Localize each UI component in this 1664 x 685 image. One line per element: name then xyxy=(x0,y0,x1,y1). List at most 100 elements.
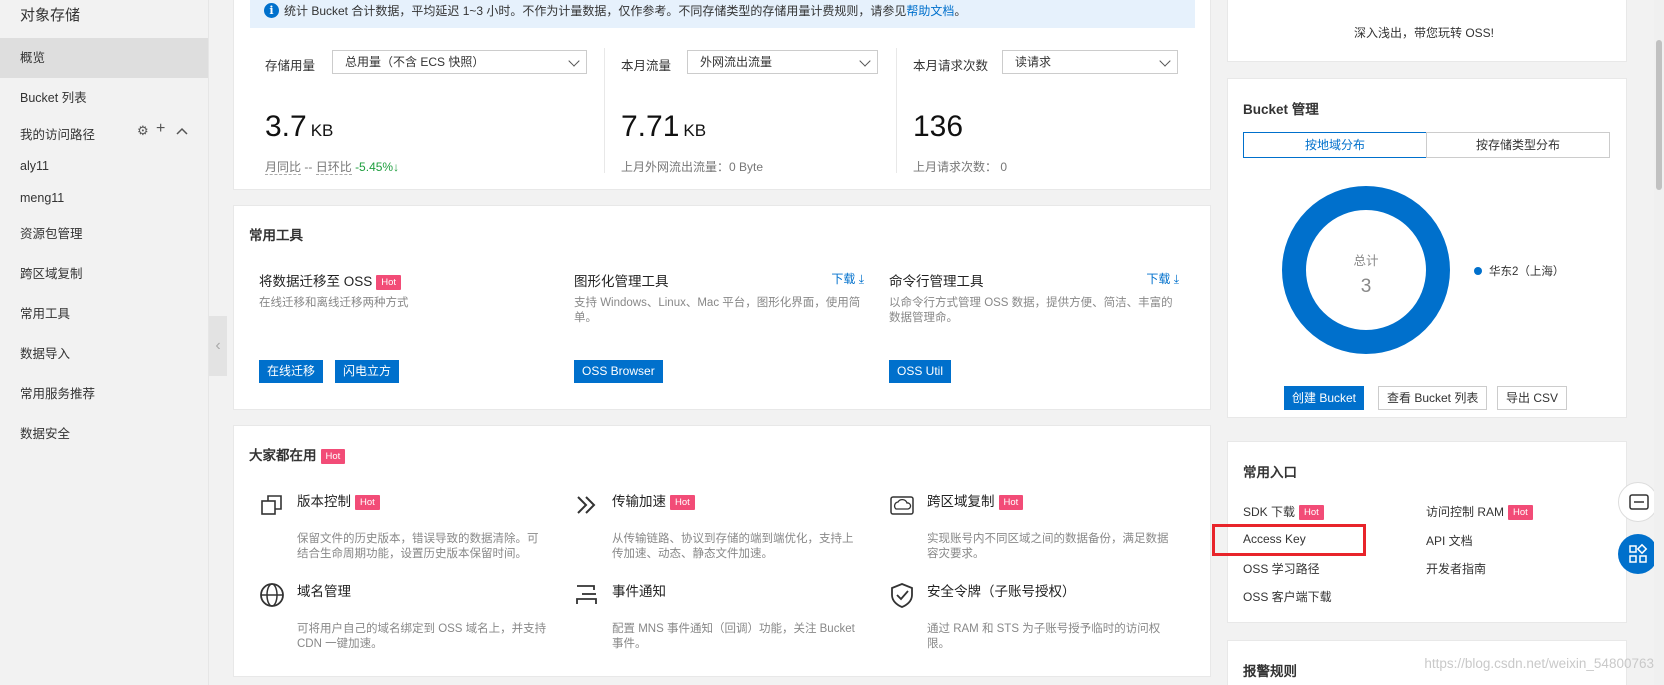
divider xyxy=(604,48,605,173)
notice-text: 统计 Bucket 合计数据，平均延迟 1~3 小时。不作为计量数据，仅作参考。… xyxy=(284,4,907,18)
plus-icon[interactable]: + xyxy=(156,120,165,138)
hot-badge: Hot xyxy=(355,494,380,510)
entry-developer-guide[interactable]: 开发者指南 xyxy=(1426,560,1486,577)
sidebar-item-recommended[interactable]: 常用服务推荐 xyxy=(0,374,208,414)
storage-value-number: 3.7 xyxy=(265,110,307,143)
sidebar-item-path-meng11[interactable]: meng11 xyxy=(0,178,208,218)
entry-learning-path[interactable]: OSS 学习路径 xyxy=(1243,560,1320,577)
tab-by-storage-type[interactable]: 按存储类型分布 xyxy=(1426,132,1610,158)
storage-usage-select[interactable]: 总用量（不含 ECS 快照） xyxy=(332,50,587,74)
traffic-value: 7.71 KB xyxy=(621,110,706,144)
globe-icon xyxy=(260,583,284,607)
traffic-value-unit: KB xyxy=(683,121,707,140)
feature-name: 传输加速 xyxy=(612,494,666,509)
alarm-rules-title: 报警规则 xyxy=(1243,664,1297,679)
sidebar-item-data-security[interactable]: 数据安全 xyxy=(0,414,208,454)
sidebar-item-bucket-list[interactable]: Bucket 列表 xyxy=(0,78,208,118)
scrollbar-thumb[interactable] xyxy=(1656,40,1662,190)
sidebar-item-cross-region[interactable]: 跨区域复制 xyxy=(0,254,208,294)
promo-slogan: 深入浅出，带您玩转 OSS! xyxy=(1354,26,1495,40)
requests-value: 136 xyxy=(913,110,964,143)
sidebar-collapse-handle[interactable]: ‹ xyxy=(209,316,227,376)
shield-icon xyxy=(891,583,913,608)
help-doc-link[interactable]: 帮助文档 xyxy=(906,4,954,18)
tab-by-region[interactable]: 按地域分布 xyxy=(1243,132,1427,158)
common-tools-title: 常用工具 xyxy=(249,228,303,243)
entry-label: SDK 下载 xyxy=(1243,505,1296,519)
tool-cli: 命令行管理工具 下载 ⤓ 以命令行方式管理 OSS 数据，提供方便、简洁、丰富的… xyxy=(889,270,1179,326)
entry-label: 访问控制 RAM xyxy=(1426,505,1505,519)
promo-heading-partial: ~ ~ ~ xyxy=(1380,0,1417,8)
common-entries-title: 常用入口 xyxy=(1243,465,1297,480)
notice-bar: i 统计 Bucket 合计数据，平均延迟 1~3 小时。不作为计量数据，仅作参… xyxy=(250,0,1195,28)
divider xyxy=(896,48,897,173)
export-csv-button[interactable]: 导出 CSV xyxy=(1497,386,1568,410)
feature-name: 域名管理 xyxy=(297,584,351,599)
feature-versioning-desc: 保留文件的历史版本，错误导致的数据清除。可结合生命周期功能，设置历史版本保留时间… xyxy=(297,533,539,560)
entry-sdk-download[interactable]: SDK 下载 Hot xyxy=(1243,503,1324,521)
access-paths-header: 我的访问路径 ⚙ + xyxy=(20,120,195,143)
tool-cli-name: 命令行管理工具 xyxy=(889,274,984,289)
oss-browser-button[interactable]: OSS Browser xyxy=(574,360,663,383)
notify-icon xyxy=(576,585,597,604)
entry-ram[interactable]: 访问控制 RAM Hot xyxy=(1426,503,1533,521)
sidebar-item-overview[interactable]: 概览 xyxy=(0,38,208,78)
highlight-box xyxy=(1212,524,1366,556)
traffic-label: 本月流量 xyxy=(621,59,672,73)
storage-usage-value: 3.7 KB xyxy=(265,110,333,144)
sidebar-item-data-import[interactable]: 数据导入 xyxy=(0,334,208,374)
apps-button[interactable] xyxy=(1618,534,1658,574)
bucket-management-title: Bucket 管理 xyxy=(1243,102,1319,117)
oss-util-button[interactable]: OSS Util xyxy=(889,360,952,383)
page-scrollbar[interactable] xyxy=(1654,0,1664,685)
feature-domain-desc: 可将用户自己的域名绑定到 OSS 域名上，并支持 CDN 一键加速。 xyxy=(297,623,547,650)
traffic-select[interactable]: 外网流出流量 xyxy=(687,50,878,74)
cloud-sync-icon xyxy=(890,496,914,515)
requests-label: 本月请求次数 xyxy=(913,59,989,73)
legend-region: 华东2（上海） xyxy=(1489,266,1565,278)
hot-badge: Hot xyxy=(1299,505,1324,521)
feature-event-desc: 配置 MNS 事件通知（回调）功能，关注 Bucket 事件。 xyxy=(612,623,855,650)
chevron-down-icon xyxy=(1159,55,1171,67)
donut-total-value: 3 xyxy=(1360,276,1372,297)
traffic-value-number: 7.71 xyxy=(621,110,680,143)
tool-gui-desc: 支持 Windows、Linux、Mac 平台，图形化界面，使用简单。 xyxy=(574,297,861,324)
chevron-down-icon xyxy=(568,55,580,67)
bucket-tabs: 按地域分布 按存储类型分布 xyxy=(1243,132,1610,158)
traffic-select-value: 外网流出流量 xyxy=(700,55,773,69)
view-bucket-list-button[interactable]: 查看 Bucket 列表 xyxy=(1378,386,1488,410)
online-migration-button[interactable]: 在线迁移 xyxy=(259,360,324,383)
lightning-cube-button[interactable]: 闪电立方 xyxy=(335,360,400,383)
tool-migration-name: 将数据迁移至 OSS xyxy=(259,274,373,289)
download-icon: ⤓ xyxy=(858,272,864,286)
feature-acceleration-desc: 从传输链路、协议到存储的端到端优化，支持上传加速、动态、静态文件加速。 xyxy=(612,533,854,560)
notice-end: 。 xyxy=(954,4,967,18)
feature-name: 版本控制 xyxy=(297,494,351,509)
access-paths-label: 我的访问路径 xyxy=(20,128,96,142)
download-label: 下载 xyxy=(1146,272,1171,286)
sidebar-item-resource-packs[interactable]: 资源包管理 xyxy=(0,214,208,254)
copy-icon xyxy=(261,495,282,515)
grid-icon xyxy=(1629,543,1648,563)
gear-icon[interactable]: ⚙ xyxy=(137,123,149,139)
donut-ring xyxy=(1282,186,1450,354)
traffic-stat: 本月流量 外网流出流量 7.71 KB 上月外网流出流量：0 Byte xyxy=(621,45,881,175)
requests-select[interactable]: 读请求 xyxy=(1002,50,1178,74)
feature-name: 安全令牌（子账号授权） xyxy=(927,584,1076,599)
feedback-button[interactable] xyxy=(1618,482,1658,522)
sidebar-item-tools[interactable]: 常用工具 xyxy=(0,294,208,334)
create-bucket-button[interactable]: 创建 Bucket xyxy=(1284,386,1365,410)
chevron-up-icon[interactable] xyxy=(176,126,188,136)
info-icon: i xyxy=(264,3,279,18)
sidebar-title: 对象存储 xyxy=(20,7,81,24)
hot-badge: Hot xyxy=(998,494,1024,510)
gui-download-link[interactable]: 下载 ⤓ xyxy=(831,270,864,287)
month-over-month-value: -- xyxy=(304,160,313,174)
popular-features-title: 大家都在用 Hot xyxy=(249,444,346,464)
entry-api-docs[interactable]: API 文档 xyxy=(1426,532,1473,549)
entry-client-download[interactable]: OSS 客户端下载 xyxy=(1243,588,1332,605)
day-over-day-value: -5.45% xyxy=(355,160,394,174)
feature-replication-desc: 实现账号内不同区域之间的数据备份，满足数据容灾要求。 xyxy=(927,533,1169,560)
feature-name: 跨区域复制 xyxy=(927,494,995,509)
cli-download-link[interactable]: 下载 ⤓ xyxy=(1146,270,1179,287)
